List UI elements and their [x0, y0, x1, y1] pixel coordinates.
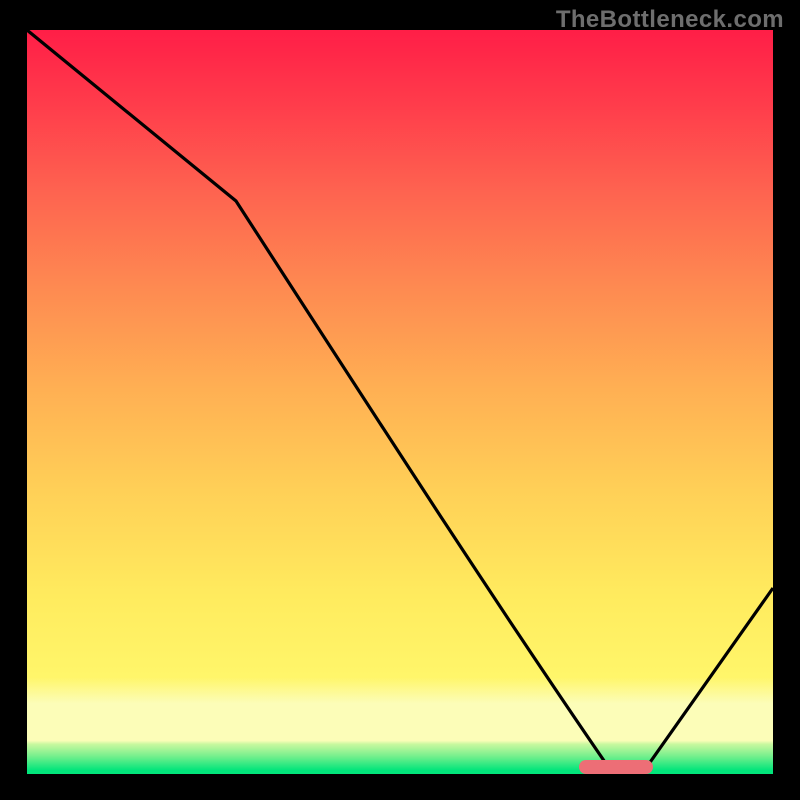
plot-area	[27, 30, 773, 774]
gradient-background	[27, 30, 773, 774]
chart-svg	[27, 30, 773, 774]
chart-container: TheBottleneck.com	[0, 0, 800, 800]
min-marker	[579, 760, 653, 774]
